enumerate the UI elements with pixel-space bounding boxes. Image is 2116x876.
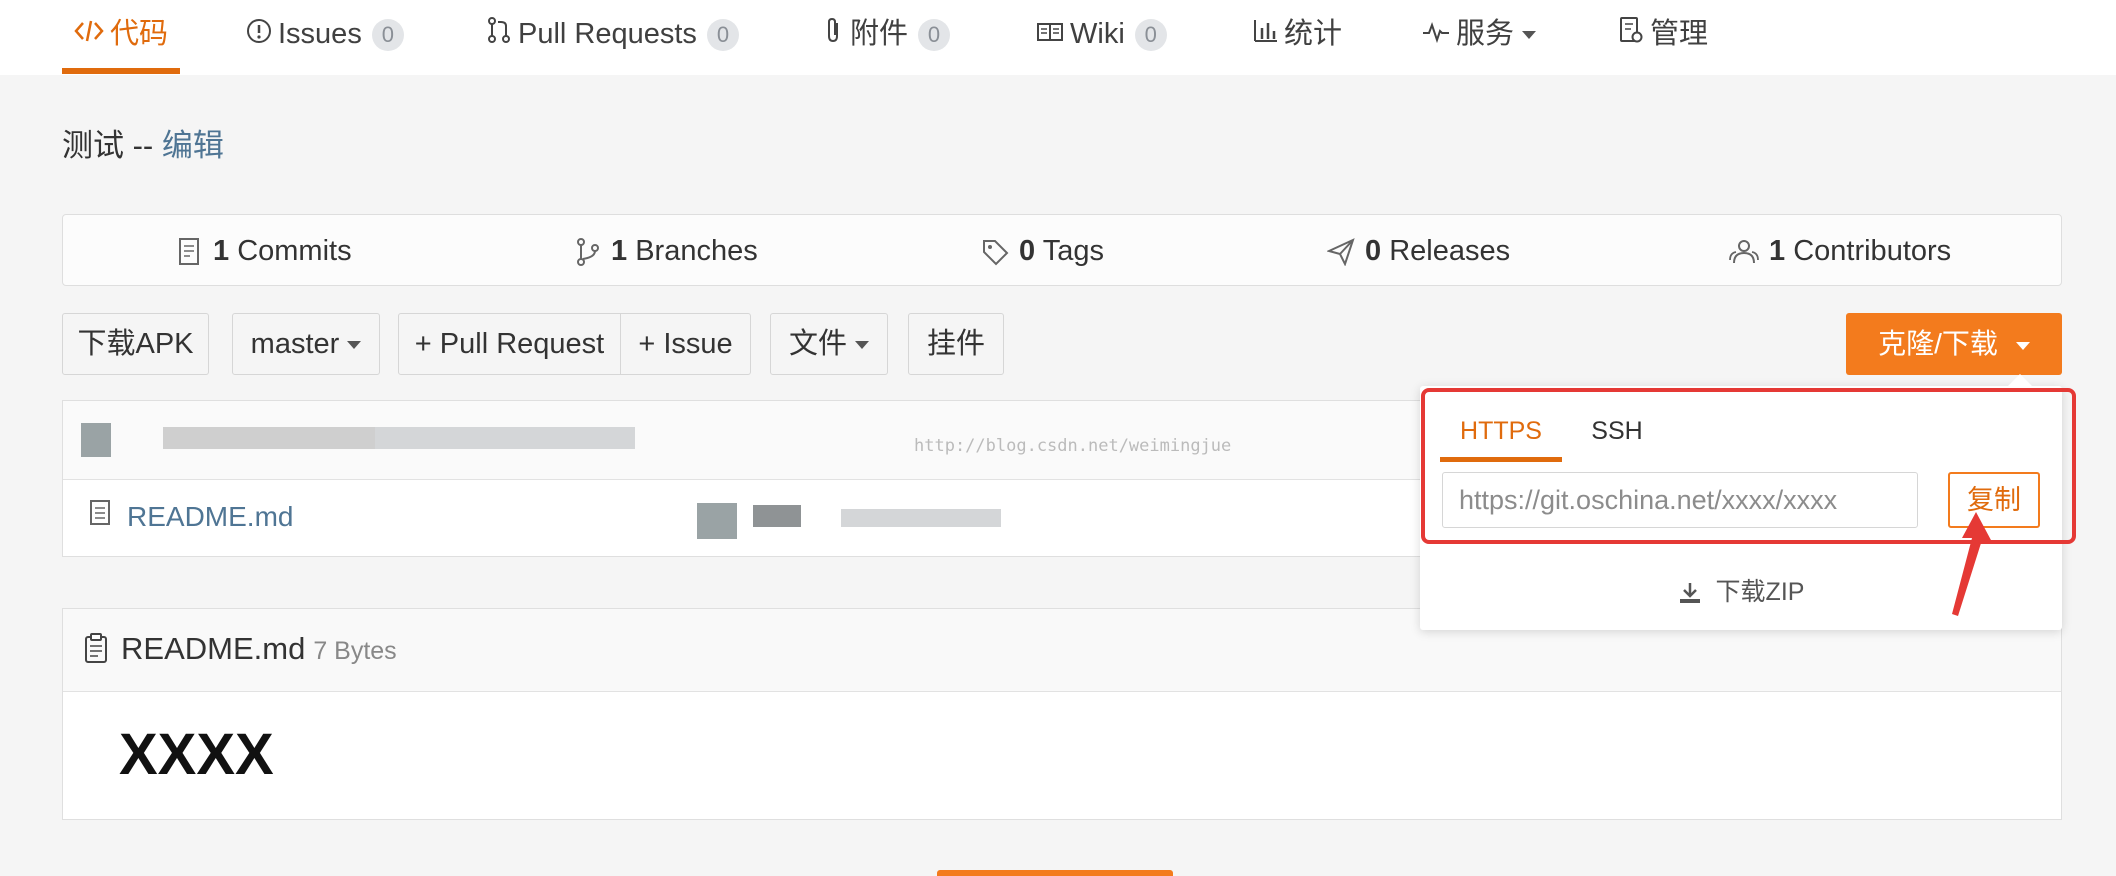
issue-icon xyxy=(246,1,272,69)
file-name-link[interactable]: README.md xyxy=(127,501,293,533)
branches-count: 1 xyxy=(611,235,628,267)
tags-stat[interactable]: 0 Tags xyxy=(981,215,1104,287)
tab-attachments[interactable]: 附件 0 xyxy=(822,0,951,70)
tab-admin[interactable]: 管理 xyxy=(1618,0,1708,70)
tab-code-label: 代码 xyxy=(110,18,169,50)
plugins-button[interactable]: 挂件 xyxy=(908,313,1004,375)
chevron-down-icon xyxy=(1522,31,1537,40)
tag-icon xyxy=(983,240,1009,266)
readme-size: 7 Bytes xyxy=(313,637,397,665)
settings-document-icon xyxy=(1618,1,1644,69)
files-menu-label: 文件 xyxy=(788,328,847,360)
readme-title: README.md 7 Bytes xyxy=(121,631,397,667)
bottom-action-button-edge[interactable] xyxy=(937,870,1173,876)
wiki-count-badge: 0 xyxy=(1134,19,1167,52)
annotation-arrow-icon xyxy=(1952,512,1992,616)
releases-count: 0 xyxy=(1365,235,1382,267)
file-commit-redacted xyxy=(841,509,1001,527)
page-title: 测试 -- 编辑 xyxy=(62,120,224,165)
pulls-count-badge: 0 xyxy=(706,19,739,52)
releases-label: Releases xyxy=(1389,235,1511,267)
chevron-down-icon xyxy=(855,341,869,350)
repo-nav: 代码 Issues 0 Pull Requests 0 附件 0 Wiki 0 统计 服… xyxy=(0,0,2116,75)
commit-icon xyxy=(179,238,199,266)
files-menu-button[interactable]: 文件 xyxy=(770,313,888,375)
branch-select-label: master xyxy=(250,328,340,360)
tab-code[interactable]: 代码 xyxy=(62,0,181,74)
tab-wiki-label: Wiki xyxy=(1070,18,1125,50)
tab-attachments-label: 附件 xyxy=(850,18,909,50)
tags-label: Tags xyxy=(1042,235,1104,267)
branches-label: Branches xyxy=(635,235,758,267)
code-icon xyxy=(74,1,104,69)
commit-message-redacted xyxy=(375,427,635,449)
issues-count-badge: 0 xyxy=(371,19,404,52)
dropdown-pointer xyxy=(2008,374,2032,386)
watermark: http://blog.csdn.net/weimingjue xyxy=(914,436,1232,456)
file-author-redacted xyxy=(753,505,801,527)
tab-services-label: 服务 xyxy=(1456,18,1515,50)
branches-stat[interactable]: 1 Branches xyxy=(575,215,758,287)
tab-wiki[interactable]: Wiki 0 xyxy=(1036,0,1167,70)
commits-count: 1 xyxy=(213,235,230,267)
readme-title-text: README.md xyxy=(121,631,306,666)
commits-stat[interactable]: 1 Commits xyxy=(177,215,352,287)
branch-select[interactable]: master xyxy=(232,313,380,375)
commits-label: Commits xyxy=(237,235,352,267)
contributors-stat[interactable]: 1 Contributors xyxy=(1729,215,1951,287)
tab-services[interactable]: 服务 xyxy=(1422,0,1537,70)
readme-icon xyxy=(83,633,109,670)
paper-plane-icon xyxy=(1326,238,1355,267)
pulse-icon xyxy=(1422,1,1450,69)
users-icon xyxy=(1729,240,1759,264)
bar-chart-icon xyxy=(1252,1,1278,69)
edit-link[interactable]: 编辑 xyxy=(162,128,224,163)
tab-issues[interactable]: Issues 0 xyxy=(246,0,404,70)
chevron-down-icon xyxy=(347,341,362,350)
download-icon xyxy=(1679,583,1700,604)
avatar xyxy=(81,423,111,457)
tab-stats-label: 统计 xyxy=(1284,18,1343,50)
branch-icon xyxy=(577,238,599,267)
tab-pull-requests[interactable]: Pull Requests 0 xyxy=(486,0,739,70)
pull-request-icon xyxy=(486,1,512,69)
tags-count: 0 xyxy=(1019,235,1036,267)
commit-author-redacted xyxy=(163,427,393,449)
new-issue-button[interactable]: + Issue xyxy=(620,313,751,375)
tab-pull-requests-label: Pull Requests xyxy=(518,18,697,50)
file-icon xyxy=(89,499,111,532)
readme-content: XXXX xyxy=(119,722,274,787)
paperclip-icon xyxy=(822,1,844,69)
readme-panel: README.md 7 Bytes XXXX xyxy=(62,608,2062,820)
clone-download-label: 克隆/下载 xyxy=(1878,328,1998,359)
tab-stats[interactable]: 统计 xyxy=(1252,0,1342,70)
download-zip-label: 下载ZIP xyxy=(1715,578,1805,606)
avatar xyxy=(697,503,737,539)
tab-issues-label: Issues xyxy=(278,18,362,50)
attachments-count-badge: 0 xyxy=(918,19,951,52)
clone-download-button[interactable]: 克隆/下载 xyxy=(1846,313,2062,375)
book-icon xyxy=(1036,1,1064,69)
contributors-count: 1 xyxy=(1769,235,1786,267)
chevron-down-icon xyxy=(2015,341,2030,350)
repo-stats-bar: 1 Commits 1 Branches 0 Tags 0 Releases 1… xyxy=(62,214,2062,286)
new-pull-request-button[interactable]: + Pull Request xyxy=(398,313,621,375)
releases-stat[interactable]: 0 Releases xyxy=(1326,215,1511,287)
page-title-text: 测试 -- xyxy=(62,128,162,163)
tab-admin-label: 管理 xyxy=(1650,18,1709,50)
contributors-label: Contributors xyxy=(1793,235,1952,267)
download-apk-button[interactable]: 下载APK xyxy=(62,313,209,375)
